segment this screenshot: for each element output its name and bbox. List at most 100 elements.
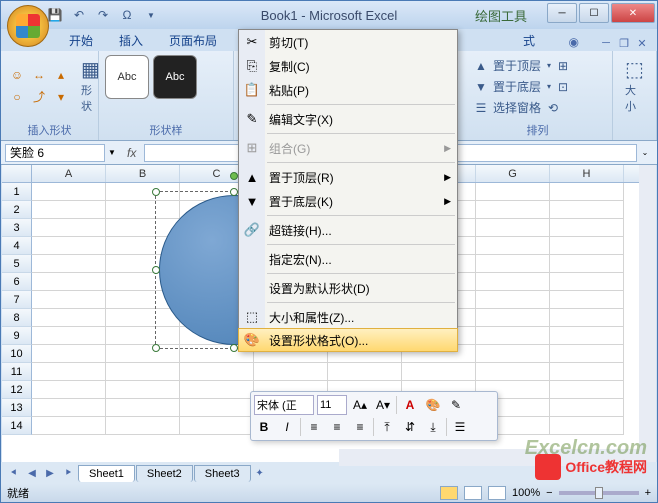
- zoom-in-icon[interactable]: +: [645, 487, 651, 499]
- shape-arrow-icon[interactable]: ↔: [29, 65, 49, 85]
- row-head[interactable]: 6: [2, 273, 32, 291]
- ctx-size-properties[interactable]: ⬚大小和属性(Z)...: [239, 305, 457, 329]
- ctx-paste[interactable]: 📋粘贴(P): [239, 78, 457, 102]
- font-color-icon[interactable]: A: [400, 395, 420, 415]
- ctx-format-shape[interactable]: 🎨设置形状格式(O)...: [238, 328, 458, 352]
- ctx-send-back[interactable]: ▼置于底层(K)▶: [239, 189, 457, 213]
- bold-icon[interactable]: B: [254, 417, 274, 437]
- fill-color-icon[interactable]: 🎨: [423, 395, 443, 415]
- font-size-selector[interactable]: 11: [317, 395, 347, 415]
- rotate-handle[interactable]: [230, 172, 238, 180]
- row-head[interactable]: 11: [2, 363, 32, 381]
- redo-icon[interactable]: ↷: [93, 5, 113, 25]
- row-head[interactable]: 9: [2, 327, 32, 345]
- ctx-copy[interactable]: ⎘复制(C): [239, 54, 457, 78]
- row-head[interactable]: 2: [2, 201, 32, 219]
- zoom-level[interactable]: 100%: [512, 487, 540, 499]
- align-middle-icon[interactable]: ⇵: [400, 417, 420, 437]
- resize-handle[interactable]: [230, 188, 238, 196]
- undo-icon[interactable]: ↶: [69, 5, 89, 25]
- tab-format[interactable]: 式: [511, 30, 547, 51]
- zoom-out-icon[interactable]: −: [546, 487, 552, 499]
- ctx-cut[interactable]: ✂剪切(T): [239, 30, 457, 54]
- vertical-scrollbar[interactable]: [639, 165, 656, 462]
- shape-scroll-up-icon[interactable]: ▴: [51, 65, 71, 85]
- row-head[interactable]: 10: [2, 345, 32, 363]
- mdi-close[interactable]: ✕: [633, 35, 651, 51]
- tab-insert[interactable]: 插入: [107, 30, 155, 51]
- grow-font-icon[interactable]: A▴: [350, 395, 370, 415]
- shape-smiley-icon[interactable]: ☺: [7, 65, 27, 85]
- row-head[interactable]: 4: [2, 237, 32, 255]
- mdi-minimize[interactable]: ─: [597, 35, 615, 51]
- ctx-set-default[interactable]: 设置为默认形状(D): [239, 276, 457, 300]
- row-head[interactable]: 13: [2, 399, 32, 417]
- align-top-icon[interactable]: ⤒: [377, 417, 397, 437]
- mdi-restore[interactable]: ❐: [615, 35, 633, 51]
- group-icon[interactable]: ⊡: [555, 79, 571, 95]
- style-preset-light[interactable]: Abc: [105, 55, 149, 99]
- tab-nav-next-icon[interactable]: ▶: [41, 464, 59, 482]
- tab-nav-first-icon[interactable]: ⯇: [5, 464, 23, 482]
- align-center-icon[interactable]: ≡: [327, 417, 347, 437]
- resize-handle[interactable]: [152, 188, 160, 196]
- shape-scroll-down-icon[interactable]: ▾: [51, 87, 71, 107]
- omega-icon[interactable]: Ω: [117, 5, 137, 25]
- row-head[interactable]: 12: [2, 381, 32, 399]
- size-button[interactable]: ⬚ 大小: [619, 55, 650, 116]
- maximize-button[interactable]: ☐: [579, 3, 609, 23]
- view-layout-icon[interactable]: [464, 486, 482, 500]
- tab-nav-last-icon[interactable]: ⯈: [59, 464, 77, 482]
- ctx-assign-macro[interactable]: 指定宏(N)...: [239, 247, 457, 271]
- view-normal-icon[interactable]: [440, 486, 458, 500]
- selection-pane-button[interactable]: ☰选择窗格 ⟲: [469, 97, 606, 118]
- new-sheet-icon[interactable]: ✦: [251, 464, 269, 482]
- ctx-bring-front[interactable]: ▲置于顶层(R)▶: [239, 165, 457, 189]
- col-a[interactable]: A: [32, 165, 106, 182]
- col-g[interactable]: G: [476, 165, 550, 182]
- style-preset-dark[interactable]: Abc: [153, 55, 197, 99]
- qat-dropdown-icon[interactable]: ▼: [141, 5, 161, 25]
- sheet-tab-1[interactable]: Sheet1: [78, 465, 135, 482]
- bullets-icon[interactable]: ☰: [450, 417, 470, 437]
- zoom-slider[interactable]: [559, 491, 639, 495]
- align-bottom-icon[interactable]: ⤓: [423, 417, 443, 437]
- minimize-button[interactable]: ─: [547, 3, 577, 23]
- row-head[interactable]: 14: [2, 417, 32, 435]
- sheet-tab-3[interactable]: Sheet3: [194, 465, 251, 482]
- send-to-back-button[interactable]: ▼置于底层▾ ⊡: [469, 76, 606, 97]
- resize-handle[interactable]: [152, 266, 160, 274]
- align-left-icon[interactable]: ≡: [304, 417, 324, 437]
- align-icon[interactable]: ⊞: [555, 58, 571, 74]
- tab-home[interactable]: 开始: [57, 30, 105, 51]
- row-head[interactable]: 7: [2, 291, 32, 309]
- name-box[interactable]: 笑脸 6: [5, 144, 105, 162]
- row-head[interactable]: 8: [2, 309, 32, 327]
- row-head[interactable]: 5: [2, 255, 32, 273]
- office-button[interactable]: [7, 5, 49, 47]
- row-head[interactable]: 3: [2, 219, 32, 237]
- font-selector[interactable]: 宋体 (正: [254, 395, 314, 415]
- shrink-font-icon[interactable]: A▾: [373, 395, 393, 415]
- ctx-edit-text[interactable]: ✎编辑文字(X): [239, 107, 457, 131]
- close-button[interactable]: ✕: [611, 3, 655, 23]
- tab-page-layout[interactable]: 页面布局: [157, 30, 229, 51]
- formula-expand-icon[interactable]: ⌄: [637, 148, 653, 157]
- shape-connector-icon[interactable]: ⤴: [29, 87, 49, 107]
- view-pagebreak-icon[interactable]: [488, 486, 506, 500]
- select-all-corner[interactable]: [2, 165, 32, 182]
- bring-to-front-button[interactable]: ▲置于顶层▾ ⊞: [469, 55, 606, 76]
- rotate-icon[interactable]: ⟲: [545, 100, 561, 116]
- tab-nav-prev-icon[interactable]: ◀: [23, 464, 41, 482]
- ctx-hyperlink[interactable]: 🔗超链接(H)...: [239, 218, 457, 242]
- resize-handle[interactable]: [230, 344, 238, 352]
- col-b[interactable]: B: [106, 165, 180, 182]
- align-right-icon[interactable]: ≡: [350, 417, 370, 437]
- sheet-tab-2[interactable]: Sheet2: [136, 465, 193, 482]
- zoom-thumb[interactable]: [595, 487, 603, 499]
- fx-icon[interactable]: fx: [119, 146, 144, 160]
- outline-icon[interactable]: ✎: [446, 395, 466, 415]
- resize-handle[interactable]: [152, 344, 160, 352]
- row-head[interactable]: 1: [2, 183, 32, 201]
- shape-circle-icon[interactable]: ○: [7, 87, 27, 107]
